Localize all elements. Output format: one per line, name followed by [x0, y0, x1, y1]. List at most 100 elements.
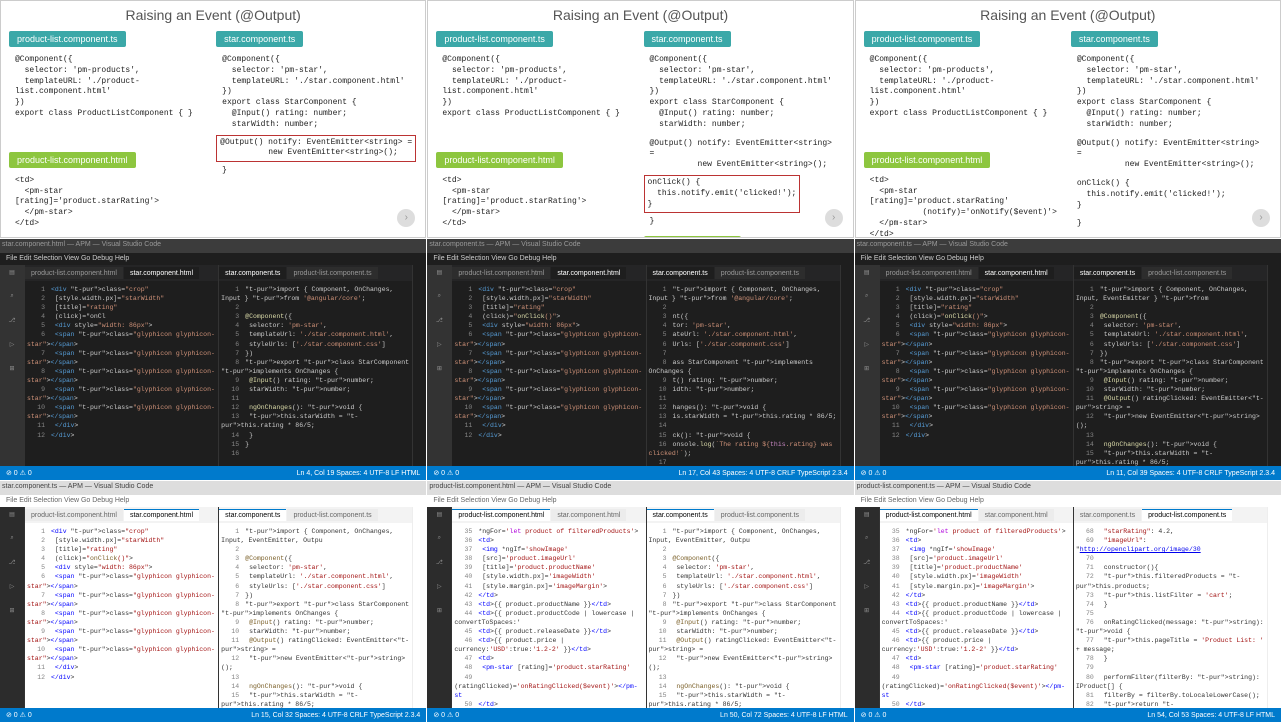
- nav-next-icon[interactable]: ›: [825, 209, 843, 227]
- debug-icon: ▷: [4, 341, 20, 357]
- search-icon: ⌕: [859, 293, 875, 309]
- slide-title: Raising an Event (@Output): [856, 1, 1280, 27]
- code-pl-html-notify: <td> <pm-star [rating]='product.starRati…: [864, 172, 1065, 238]
- tab[interactable]: product-list.component.ts: [715, 267, 805, 279]
- editor-pane[interactable]: 1<div "t-pur">class="crop"2 [style.width…: [25, 281, 218, 444]
- editor-pane[interactable]: 35*ngFor='let product of filteredProduct…: [880, 523, 1073, 708]
- git-icon: ⎇: [431, 559, 447, 575]
- files-icon: ▤: [431, 269, 447, 285]
- activity-bar[interactable]: ▤ ⌕ ⎇ ▷ ⊞: [0, 265, 24, 466]
- label-pl-html: product-list.component.html: [864, 152, 991, 168]
- search-icon: ⌕: [431, 535, 447, 551]
- editor-pane[interactable]: 1<div "t-pur">class="crop"2 [style.width…: [452, 281, 645, 444]
- tab-active[interactable]: star.component.ts: [1074, 267, 1141, 279]
- tab[interactable]: product-list.component.ts: [715, 509, 805, 521]
- minimap[interactable]: [1267, 265, 1281, 466]
- search-icon: ⌕: [4, 293, 20, 309]
- editor-pane[interactable]: 1"t-pur">import { Component, OnChanges, …: [1074, 281, 1267, 466]
- tab-active[interactable]: product-list.component.html: [452, 509, 550, 521]
- git-icon: ⎇: [859, 317, 875, 333]
- statusbar[interactable]: ⊘ 0 ⚠ 0Ln 4, Col 19 Spaces: 4 UTF-8 LF H…: [0, 466, 426, 480]
- minimap[interactable]: [840, 507, 854, 708]
- label-star-ts: star.component.ts: [216, 31, 303, 47]
- slide-title: Raising an Event (@Output): [428, 1, 852, 27]
- tab-active[interactable]: star.component.ts: [219, 509, 286, 521]
- editor-pane[interactable]: 1"t-pur">import { Component, OnChanges, …: [647, 281, 840, 466]
- tab-active[interactable]: product-list.component.ts: [1142, 509, 1232, 521]
- editor-pane[interactable]: 1"t-pur">import { Component, OnChanges, …: [219, 523, 412, 708]
- git-icon: ⎇: [859, 559, 875, 575]
- code-output: @Output() notify: EventEmitter<string> =…: [1071, 135, 1272, 175]
- activity-bar[interactable]: ▤⌕⎇▷⊞: [855, 265, 879, 466]
- activity-bar[interactable]: ▤⌕⎇▷⊞: [855, 507, 879, 708]
- tab-active[interactable]: star.component.html: [124, 509, 199, 521]
- nav-next-icon[interactable]: ›: [1252, 209, 1270, 227]
- label-pl-ts: product-list.component.ts: [864, 31, 981, 47]
- tab[interactable]: product-list.component.html: [452, 267, 550, 279]
- tab[interactable]: product-list.component.ts: [287, 267, 377, 279]
- menubar[interactable]: File Edit Selection View Go Debug Help: [855, 253, 1281, 265]
- tab-active[interactable]: product-list.component.html: [880, 509, 978, 521]
- debug-icon: ▷: [859, 341, 875, 357]
- code-star-ts: @Component({ selector: 'pm-star', templa…: [1071, 51, 1272, 135]
- tab-active[interactable]: star.component.ts: [647, 509, 714, 521]
- window-titlebar: product-list.component.ts — APM — Visual…: [855, 481, 1281, 495]
- editor-pane[interactable]: 1<div "t-pur">class="crop"2 [style.width…: [880, 281, 1073, 444]
- tab[interactable]: product-list.component.ts: [1142, 267, 1232, 279]
- editor-pane[interactable]: 68 "starRating": 4.2,69 "imageUrl": "htt…: [1074, 523, 1267, 708]
- minimap[interactable]: [412, 265, 426, 466]
- tab[interactable]: product-list.component.html: [25, 509, 123, 521]
- debug-icon: ▷: [859, 583, 875, 599]
- menubar[interactable]: File Edit Selection View Go Debug Help: [0, 253, 426, 265]
- debug-icon: ▷: [4, 583, 20, 599]
- tab[interactable]: star.component.html: [979, 509, 1054, 521]
- ext-icon: ⊞: [431, 607, 447, 623]
- menubar[interactable]: File Edit Selection View Go Debug Help: [0, 495, 426, 507]
- activity-bar[interactable]: ▤⌕⎇▷⊞: [0, 507, 24, 708]
- code-pl-ts: @Component({ selector: 'pm-products', te…: [436, 51, 637, 124]
- editor-pane[interactable]: 1"t-pur">import { Component, OnChanges, …: [647, 523, 840, 708]
- tab-active[interactable]: star.component.ts: [219, 267, 286, 279]
- git-icon: ⎇: [4, 559, 20, 575]
- slide-title: Raising an Event (@Output): [1, 1, 425, 27]
- menubar[interactable]: File Edit Selection View Go Debug Help: [855, 495, 1281, 507]
- editor-pane[interactable]: 1"t-pur">import { Component, OnChanges, …: [219, 281, 412, 462]
- code-brace: }: [644, 213, 845, 232]
- search-icon: ⌕: [4, 535, 20, 551]
- tab-active[interactable]: star.component.ts: [647, 267, 714, 279]
- minimap[interactable]: [840, 265, 854, 466]
- code-output: @Output() notify: EventEmitter<string> =…: [216, 135, 416, 163]
- window-titlebar: star.component.html — APM — Visual Studi…: [0, 239, 426, 253]
- menubar[interactable]: File Edit Selection View Go Debug Help: [427, 253, 853, 265]
- files-icon: ▤: [431, 511, 447, 527]
- editor-pane[interactable]: 1<div "t-pur">class="crop"2 [style.width…: [25, 523, 218, 686]
- editor-pane[interactable]: 35*ngFor='let product of filteredProduct…: [452, 523, 645, 708]
- label-pl-ts: product-list.component.ts: [436, 31, 553, 47]
- tab-active[interactable]: star.component.html: [979, 267, 1054, 279]
- minimap[interactable]: [412, 507, 426, 708]
- label-pl-ts: product-list.component.ts: [9, 31, 126, 47]
- tab[interactable]: product-list.component.html: [25, 267, 123, 279]
- tab-active[interactable]: star.component.html: [124, 267, 199, 279]
- menubar[interactable]: File Edit Selection View Go Debug Help: [427, 495, 853, 507]
- statusbar[interactable]: ⊘ 0 ⚠ 0Ln 11, Col 39 Spaces: 4 UTF-8 CRL…: [855, 466, 1281, 480]
- tab-active[interactable]: star.component.html: [551, 267, 626, 279]
- files-icon: ▤: [4, 511, 20, 527]
- window-titlebar: star.component.ts — APM — Visual Studio …: [855, 239, 1281, 253]
- label-pl-html: product-list.component.html: [436, 152, 563, 168]
- activity-bar[interactable]: ▤⌕⎇▷⊞: [427, 507, 451, 708]
- window-titlebar: product-list.component.html — APM — Visu…: [427, 481, 853, 495]
- window-titlebar: star.component.ts — APM — Visual Studio …: [0, 481, 426, 495]
- label-star-ts: star.component.ts: [1071, 31, 1158, 47]
- files-icon: ▤: [859, 511, 875, 527]
- tab[interactable]: product-list.component.html: [880, 267, 978, 279]
- tab[interactable]: product-list.component.ts: [287, 509, 377, 521]
- activity-bar[interactable]: ▤⌕⎇▷⊞: [427, 265, 451, 466]
- ext-icon: ⊞: [4, 365, 20, 381]
- debug-icon: ▷: [431, 341, 447, 357]
- minimap[interactable]: [1267, 507, 1281, 708]
- statusbar[interactable]: ⊘ 0 ⚠ 0Ln 17, Col 43 Spaces: 4 UTF-8 CRL…: [427, 466, 853, 480]
- code-onclick: onClick() { this.notify.emit('clicked!')…: [644, 175, 801, 213]
- tab[interactable]: star.component.ts: [1074, 509, 1141, 521]
- tab[interactable]: star.component.html: [551, 509, 626, 521]
